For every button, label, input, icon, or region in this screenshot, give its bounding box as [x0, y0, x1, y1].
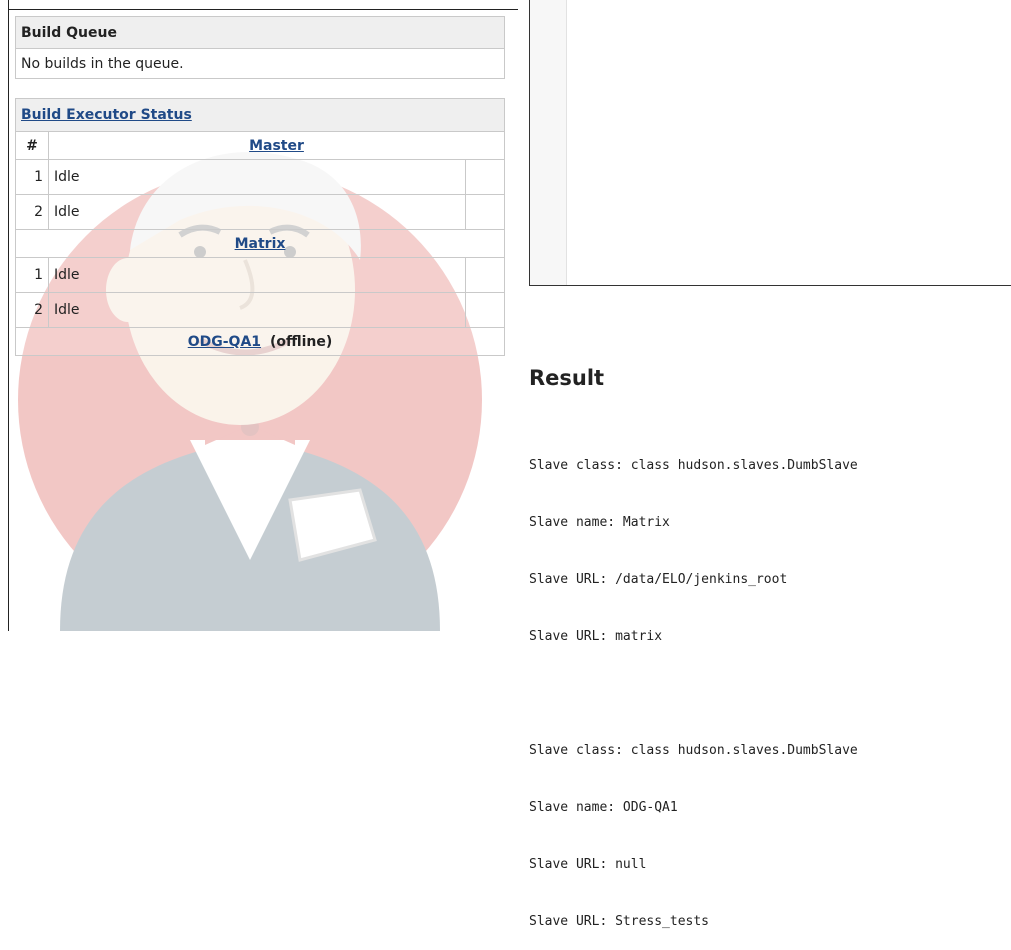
computer-link-odg-qa1[interactable]: ODG-QA1 — [188, 334, 261, 350]
build-queue-pane: Build Queue No builds in the queue. — [15, 16, 505, 79]
executor-number: 1 — [15, 257, 49, 293]
executor-number: 2 — [15, 292, 49, 328]
computer-link-matrix[interactable]: Matrix — [235, 236, 286, 252]
build-executor-status-pane: Build Executor Status # Master 1 Idle 2 … — [15, 98, 505, 356]
script-editor[interactable] — [529, 0, 1011, 286]
build-queue-title: Build Queue — [15, 16, 505, 49]
result-line: Slave URL: Stress_tests — [529, 914, 710, 929]
executor-row: 1 Idle — [15, 159, 505, 195]
executor-action-cell — [465, 257, 505, 293]
executor-action-cell — [465, 194, 505, 230]
executor-state: Idle — [48, 159, 466, 195]
offline-label: (offline) — [269, 333, 333, 350]
result-line: Slave class: class hudson.slaves.DumbSla… — [529, 458, 858, 473]
executor-action-cell — [465, 292, 505, 328]
computer-caption: Matrix — [15, 229, 505, 258]
result-line: Slave class: class hudson.slaves.DumbSla… — [529, 743, 858, 758]
result-line: Slave URL: null — [529, 857, 647, 872]
executor-number: 1 — [15, 159, 49, 195]
executor-state: Idle — [48, 194, 466, 230]
executor-row: 2 Idle — [15, 292, 505, 328]
executor-state: Idle — [48, 257, 466, 293]
executor-row: 2 Idle — [15, 194, 505, 230]
computer-row-odg-qa1: ODG-QA1 (offline) — [15, 327, 505, 356]
result-line — [529, 684, 858, 703]
editor-gutter — [530, 0, 567, 285]
result-line: Slave name: ODG-QA1 — [529, 800, 678, 815]
computer-caption: ODG-QA1 (offline) — [15, 327, 505, 356]
result-output: Slave class: class hudson.slaves.DumbSla… — [529, 418, 858, 950]
computer-caption: Master — [48, 131, 505, 160]
executor-number: 2 — [15, 194, 49, 230]
build-queue-empty-message: No builds in the queue. — [15, 48, 505, 79]
result-line: Slave URL: /data/ELO/jenkins_root — [529, 572, 788, 587]
result-heading: Result — [529, 366, 605, 390]
top-border-line — [8, 9, 518, 10]
executor-status-link[interactable]: Build Executor Status — [21, 107, 192, 123]
computer-link-master[interactable]: Master — [249, 138, 304, 154]
result-line: Slave URL: matrix — [529, 629, 663, 644]
number-column-header: # — [15, 131, 49, 160]
executor-row: 1 Idle — [15, 257, 505, 293]
executor-action-cell — [465, 159, 505, 195]
result-line: Slave name: Matrix — [529, 515, 670, 530]
executor-state: Idle — [48, 292, 466, 328]
executor-status-header: Build Executor Status — [15, 98, 505, 132]
computer-row-master: # Master — [15, 131, 505, 160]
computer-row-matrix: Matrix — [15, 229, 505, 258]
